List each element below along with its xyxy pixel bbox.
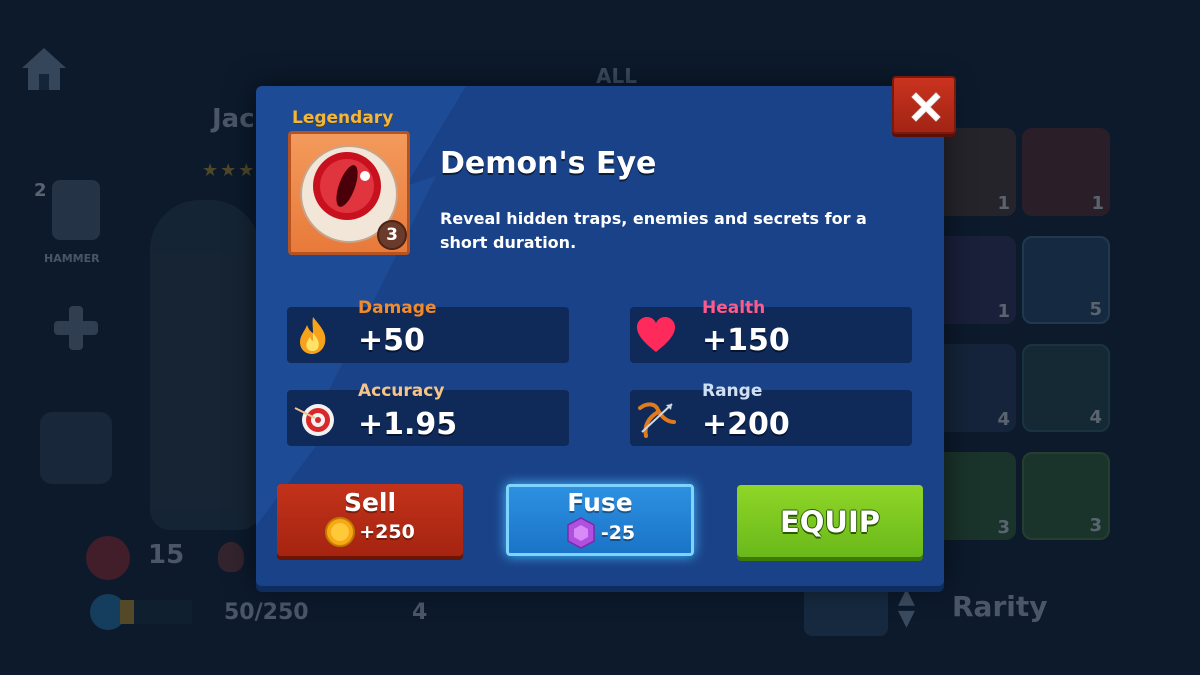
xp-text: 50/250 bbox=[224, 600, 309, 625]
sort-arrows-icon: ▲ ▼ bbox=[898, 584, 915, 631]
hero-stars: ★★★ bbox=[202, 160, 257, 181]
close-button[interactable] bbox=[892, 76, 956, 134]
xp-bar-fill bbox=[120, 600, 135, 624]
fuse-amount: -25 bbox=[600, 522, 636, 544]
sell-button[interactable]: Sell +250 bbox=[277, 484, 463, 556]
sort-rarity-label: Rarity bbox=[952, 590, 1048, 623]
item-level-badge: 3 bbox=[377, 220, 407, 250]
heart-icon bbox=[637, 317, 675, 352]
hero-name: Jac bbox=[212, 104, 255, 134]
trash-icon bbox=[804, 580, 888, 636]
level-badge: 4 bbox=[412, 600, 428, 625]
hero-character bbox=[150, 200, 260, 530]
sell-amount: +250 bbox=[359, 521, 415, 543]
sword-icon bbox=[86, 536, 130, 580]
card-count: 1 bbox=[997, 193, 1010, 214]
card-count: 1 bbox=[1091, 193, 1104, 214]
equip-button-label: EQUIP bbox=[779, 505, 881, 539]
inventory-card: 4 bbox=[1022, 344, 1110, 432]
equip-button[interactable]: EQUIP bbox=[737, 485, 923, 557]
home-icon bbox=[22, 48, 66, 90]
hammer-icon bbox=[52, 180, 100, 240]
close-icon bbox=[911, 92, 941, 122]
attack-stat: 15 bbox=[148, 540, 185, 570]
sell-price: +250 bbox=[277, 517, 463, 547]
lock-icon bbox=[40, 412, 112, 484]
target-icon bbox=[294, 404, 334, 436]
stat-value-damage: +50 bbox=[358, 323, 425, 358]
bow-icon bbox=[638, 402, 676, 438]
flame-icon bbox=[300, 317, 326, 354]
card-count: 5 bbox=[1089, 299, 1102, 320]
stat-label-range: Range bbox=[702, 381, 763, 401]
fire-icon bbox=[218, 542, 244, 572]
inventory-card: 3 bbox=[1022, 452, 1110, 540]
item-name: Demon's Eye bbox=[440, 146, 657, 181]
tab-all: ALL bbox=[596, 64, 637, 88]
stat-label-health: Health bbox=[702, 298, 766, 318]
fuse-button-label: Fuse bbox=[567, 488, 633, 517]
plus-icon bbox=[54, 306, 98, 350]
stat-value-accuracy: +1.95 bbox=[358, 407, 458, 442]
gem-icon bbox=[567, 517, 595, 549]
item-portrait: 3 bbox=[288, 131, 410, 255]
item-rarity: Legendary bbox=[292, 108, 394, 128]
card-count: 3 bbox=[1089, 515, 1102, 536]
hammer-count: 2 bbox=[34, 180, 47, 201]
card-count: 1 bbox=[997, 301, 1010, 322]
inventory-card: 5 bbox=[1022, 236, 1110, 324]
card-count: 3 bbox=[997, 517, 1010, 538]
stat-value-range: +200 bbox=[702, 407, 790, 442]
fuse-button[interactable]: Fuse -25 bbox=[506, 484, 694, 556]
stat-value-health: +150 bbox=[702, 323, 790, 358]
sell-button-label: Sell bbox=[343, 488, 397, 517]
stat-label-damage: Damage bbox=[358, 298, 437, 318]
card-count: 4 bbox=[997, 409, 1010, 430]
stat-label-accuracy: Accuracy bbox=[358, 381, 445, 401]
xp-bar bbox=[120, 600, 192, 624]
card-count: 4 bbox=[1089, 407, 1102, 428]
hammer-label: HAMMER bbox=[44, 252, 100, 265]
item-description: Reveal hidden traps, enemies and secrets… bbox=[440, 209, 867, 252]
fuse-cost: -25 bbox=[509, 517, 691, 549]
coin-icon bbox=[325, 517, 356, 547]
inventory-card: 1 bbox=[1022, 128, 1110, 216]
